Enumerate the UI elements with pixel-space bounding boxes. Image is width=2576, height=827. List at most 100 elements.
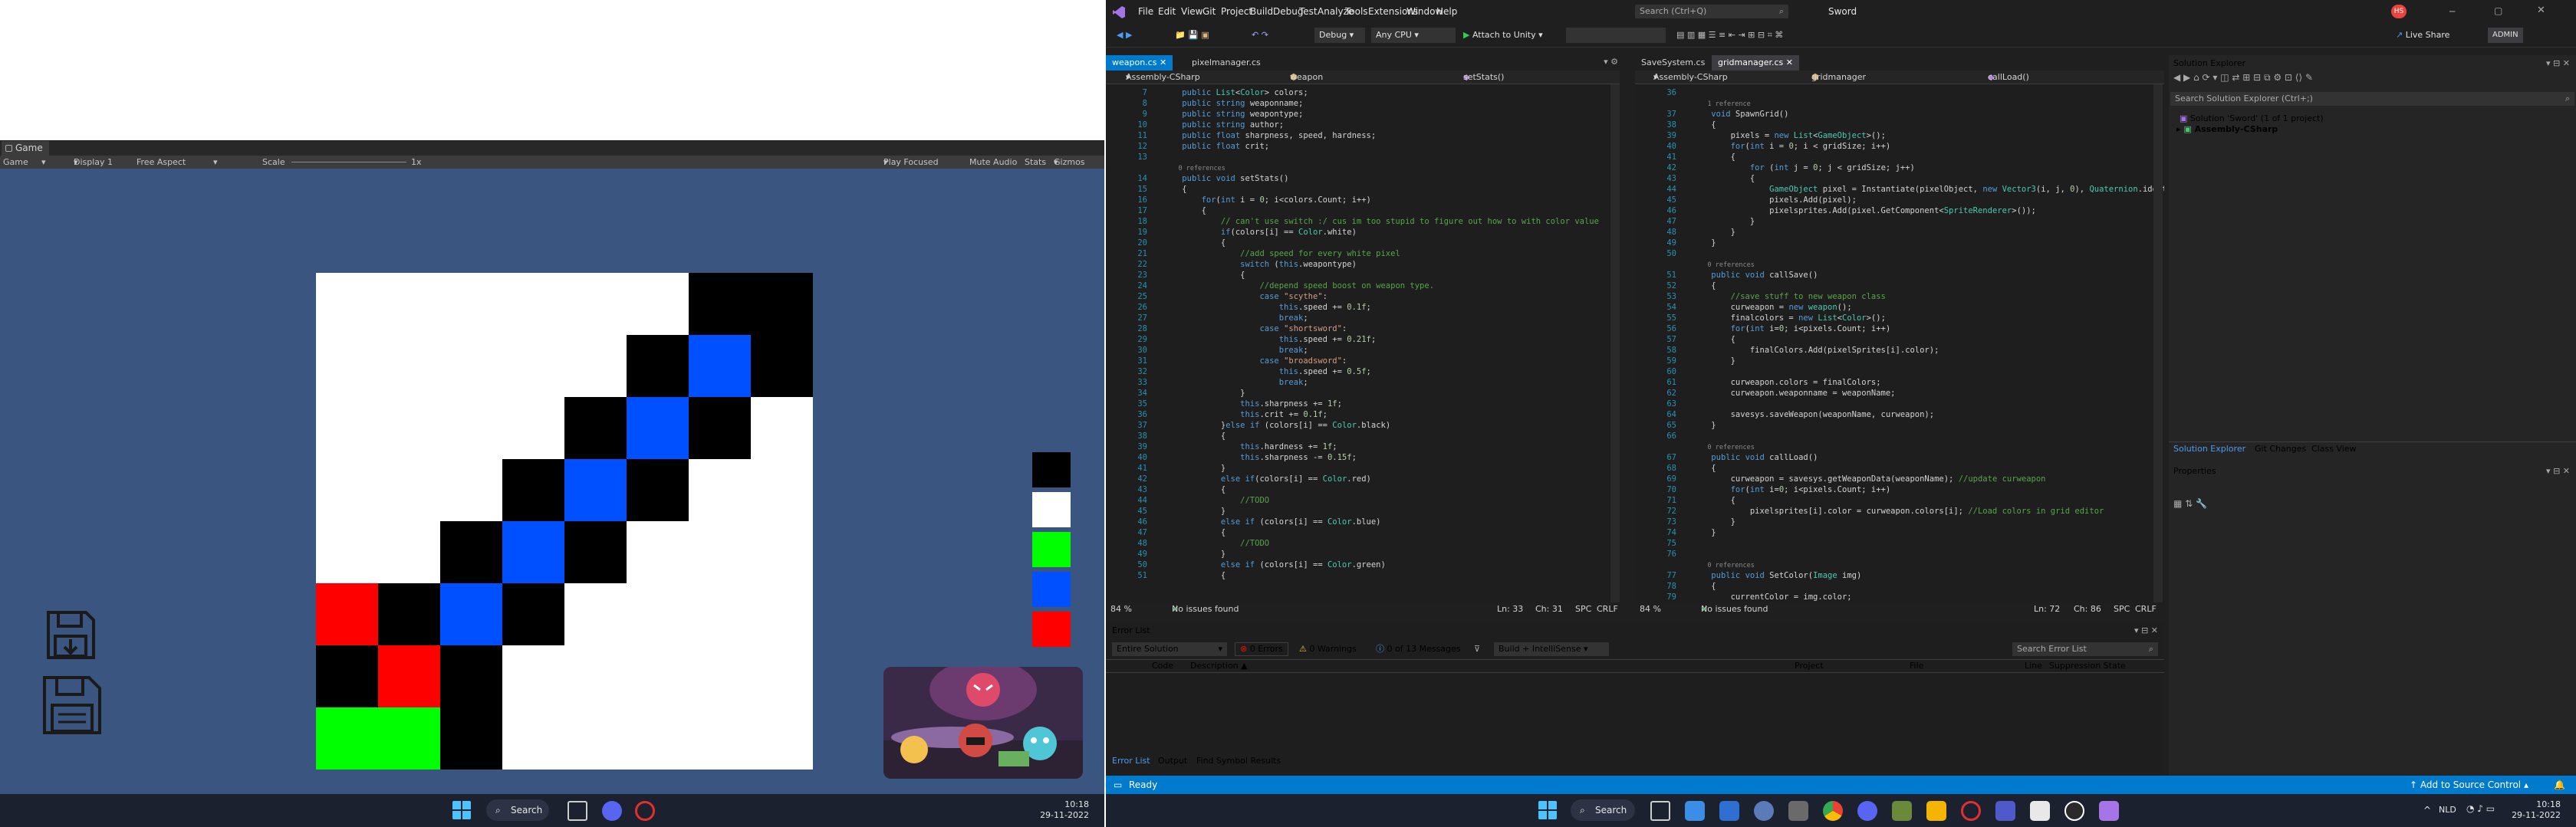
back-forward-icons[interactable]: ◀ ▶ — [1117, 28, 1132, 43]
pixel-cell[interactable] — [316, 645, 378, 707]
notifications-icon[interactable]: 🔔 — [2554, 776, 2565, 794]
code-line[interactable]: 0 references — [1635, 259, 2164, 270]
code-line[interactable]: 39 this.hardness += 1f; — [1106, 441, 1620, 452]
menu-item-project[interactable]: Project — [1221, 6, 1252, 17]
pixel-cell[interactable] — [627, 273, 689, 335]
settings-icon[interactable] — [1754, 801, 1774, 821]
tab-options-icon[interactable]: ▾ ⚙ — [1604, 57, 1618, 67]
opera-icon[interactable] — [635, 801, 655, 821]
solution-toolbar-icons[interactable]: ◀ ▶ ⌂ ⟳ ▾ ◫ ⇄ ⊞ ⊟ ⧉ ⚙ ⊡ ⟨⟩ ✎ — [2173, 72, 2313, 84]
menu-item-edit[interactable]: Edit — [1158, 6, 1176, 17]
zoom-level[interactable]: 84 % — [1640, 602, 1661, 616]
code-line[interactable]: 33 break; — [1106, 377, 1620, 388]
solution-search[interactable]: Search Solution Explorer (Ctrl+;) ⌕ — [2170, 92, 2574, 106]
code-line[interactable]: 49 } — [1106, 549, 1620, 560]
pixel-cell[interactable] — [689, 273, 751, 335]
pixel-cell[interactable] — [440, 459, 502, 521]
pixel-cell[interactable] — [502, 335, 564, 397]
tab-git-changes[interactable]: Git Changes — [2255, 442, 2306, 456]
pixel-cell[interactable] — [689, 583, 751, 645]
pixel-cell[interactable] — [751, 459, 813, 521]
pixel-cell[interactable] — [564, 335, 627, 397]
save-disk-icon[interactable] — [41, 674, 103, 736]
pixel-cell[interactable] — [627, 459, 689, 521]
search-box[interactable]: Search (Ctrl+Q) ⌕ — [1635, 5, 1788, 18]
menu-item-build[interactable]: Build — [1250, 6, 1273, 17]
tab-savesystem-cs[interactable]: SaveSystem.cs — [1635, 55, 1711, 71]
code-line[interactable]: 47 { — [1106, 527, 1620, 538]
code-line[interactable]: 55 finalcolors = new List<Color>(); — [1635, 313, 2164, 323]
properties-toolbar-icons[interactable]: ▦ ⇅ 🔧 — [2173, 498, 2207, 509]
stats-toggle[interactable]: Stats — [1025, 156, 1046, 169]
code-line[interactable]: 59 } — [1635, 356, 2164, 366]
display-dropdown[interactable]: Display 1 ▾ — [74, 156, 113, 169]
mute-audio-toggle[interactable]: Mute Audio — [969, 156, 1017, 169]
code-line[interactable]: 32 this.speed += 0.5f; — [1106, 366, 1620, 377]
code-line[interactable]: 68 { — [1635, 463, 2164, 474]
line-ending[interactable]: CRLF — [2135, 602, 2157, 616]
tab-error-list[interactable]: Error List — [1112, 754, 1150, 768]
code-line[interactable]: 52 { — [1635, 281, 2164, 291]
code-line[interactable]: 63 — [1635, 399, 2164, 409]
code-line[interactable]: 41 { — [1635, 152, 2164, 162]
column-suppression-state[interactable]: Suppression State — [2049, 660, 2126, 672]
code-line[interactable]: 36 this.crit += 0.1f; — [1106, 409, 1620, 420]
project-dropdown[interactable]: Assembly-CSharp ▾ — [1653, 71, 1728, 84]
pixel-cell[interactable] — [316, 459, 378, 521]
tray-chevron-icon[interactable]: ^ — [2423, 805, 2431, 816]
code-line[interactable]: 22 switch (this.weapontype) — [1106, 259, 1620, 270]
code-line[interactable]: 0 references — [1635, 441, 2164, 452]
code-line[interactable]: 45 pixels.Add(pixel); — [1635, 195, 2164, 205]
filter-icon[interactable]: ⊽ — [1474, 642, 1480, 656]
code-line[interactable]: 30 break; — [1106, 345, 1620, 356]
pixel-cell[interactable] — [378, 397, 440, 459]
undo-redo-icons[interactable]: ↶ ↷ — [1252, 28, 1268, 43]
code-line[interactable]: 24 //depend speed boost on weapon type. — [1106, 281, 1620, 291]
code-line[interactable]: 1 reference — [1635, 98, 2164, 109]
code-line[interactable]: 75 — [1635, 538, 2164, 549]
pixel-cell[interactable] — [378, 521, 440, 583]
code-line[interactable]: 31 case "broadsword": — [1106, 356, 1620, 366]
tab-solution-explorer[interactable]: Solution Explorer — [2173, 442, 2245, 456]
palette-swatch[interactable] — [1032, 572, 1071, 607]
code-line[interactable]: 14 public void setStats() — [1106, 173, 1620, 184]
column-file[interactable]: File — [1910, 660, 1923, 672]
code-line[interactable]: 27 break; — [1106, 313, 1620, 323]
code-line[interactable]: 66 — [1635, 431, 2164, 441]
pixel-cell[interactable] — [316, 583, 378, 645]
pixel-cell[interactable] — [378, 335, 440, 397]
whitespace-mode[interactable]: SPC — [2114, 602, 2130, 616]
code-line[interactable]: 60 — [1635, 366, 2164, 377]
code-line[interactable]: 39 pixels = new List<GameObject>(); — [1635, 130, 2164, 141]
code-line[interactable]: 56 for(int i=0; i<pixels.Count; i++) — [1635, 323, 2164, 334]
app-icon[interactable] — [1788, 801, 1808, 821]
code-line[interactable]: 57 { — [1635, 334, 2164, 345]
close-icon[interactable]: ✕ — [1160, 57, 1166, 67]
close-button[interactable]: ✕ — [2537, 5, 2545, 16]
pixel-cell[interactable] — [689, 459, 751, 521]
pixel-cell[interactable] — [378, 459, 440, 521]
minecraft-icon[interactable] — [1892, 801, 1912, 821]
pixel-cell[interactable] — [378, 707, 440, 770]
column-project[interactable]: Project — [1795, 660, 1824, 672]
pixel-cell[interactable] — [627, 645, 689, 707]
code-line[interactable]: 26 this.speed += 0.1f; — [1106, 302, 1620, 313]
tab-find-symbol-results[interactable]: Find Symbol Results — [1196, 754, 1281, 768]
code-line[interactable]: 79 currentColor = img.color; — [1635, 592, 2164, 602]
pixel-cell[interactable] — [751, 583, 813, 645]
unity-editor-icon[interactable] — [2064, 801, 2084, 821]
pixel-cell[interactable] — [440, 645, 502, 707]
play-focused-dropdown[interactable]: Play Focused ▾ — [883, 156, 939, 169]
right-code-editor[interactable]: 36 1 reference 37 void SpawnGrid() 38 {39 … — [1635, 84, 2164, 602]
file-open-save-icons[interactable]: 📁 💾 ▣ — [1175, 28, 1209, 43]
pixel-cell[interactable] — [751, 273, 813, 335]
pixel-cell[interactable] — [689, 645, 751, 707]
pixel-cell[interactable] — [316, 521, 378, 583]
code-line[interactable]: 44 GameObject pixel = Instantiate(pixelO… — [1635, 184, 2164, 195]
opera-icon[interactable] — [1961, 801, 1981, 821]
code-line[interactable]: 18 // can't use switch :/ cus im too stu… — [1106, 216, 1620, 227]
discord-icon[interactable] — [602, 801, 622, 821]
code-line[interactable]: 42 else if(colors[i] == Color.red) — [1106, 474, 1620, 484]
palette-swatch[interactable] — [1032, 452, 1071, 487]
code-line[interactable]: 43 { — [1635, 173, 2164, 184]
